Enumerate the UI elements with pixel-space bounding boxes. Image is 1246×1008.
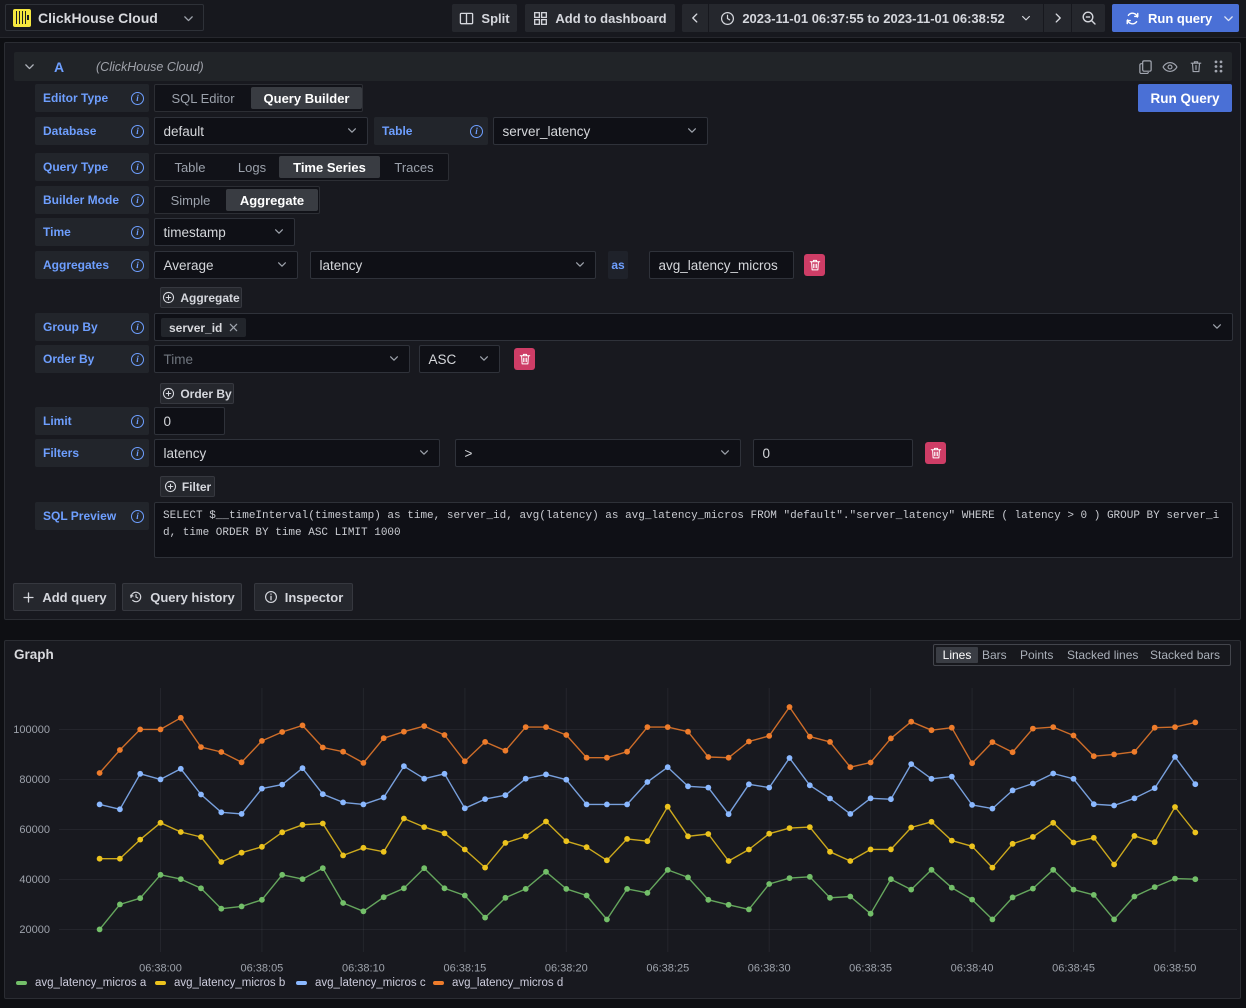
- svg-text:60000: 60000: [19, 824, 50, 836]
- svg-text:06:38:45: 06:38:45: [1052, 963, 1095, 975]
- svg-text:06:38:35: 06:38:35: [849, 963, 892, 975]
- svg-text:06:38:20: 06:38:20: [545, 963, 588, 975]
- svg-text:06:38:10: 06:38:10: [342, 963, 385, 975]
- svg-text:06:38:05: 06:38:05: [240, 963, 283, 975]
- svg-text:06:38:25: 06:38:25: [646, 963, 689, 975]
- svg-text:06:38:15: 06:38:15: [443, 963, 486, 975]
- svg-text:40000: 40000: [19, 874, 50, 886]
- svg-text:06:38:30: 06:38:30: [748, 963, 791, 975]
- svg-text:80000: 80000: [19, 774, 50, 786]
- svg-text:06:38:00: 06:38:00: [139, 963, 182, 975]
- svg-text:06:38:50: 06:38:50: [1154, 963, 1197, 975]
- svg-text:06:38:40: 06:38:40: [951, 963, 994, 975]
- svg-text:100000: 100000: [13, 724, 50, 736]
- svg-text:20000: 20000: [19, 924, 50, 936]
